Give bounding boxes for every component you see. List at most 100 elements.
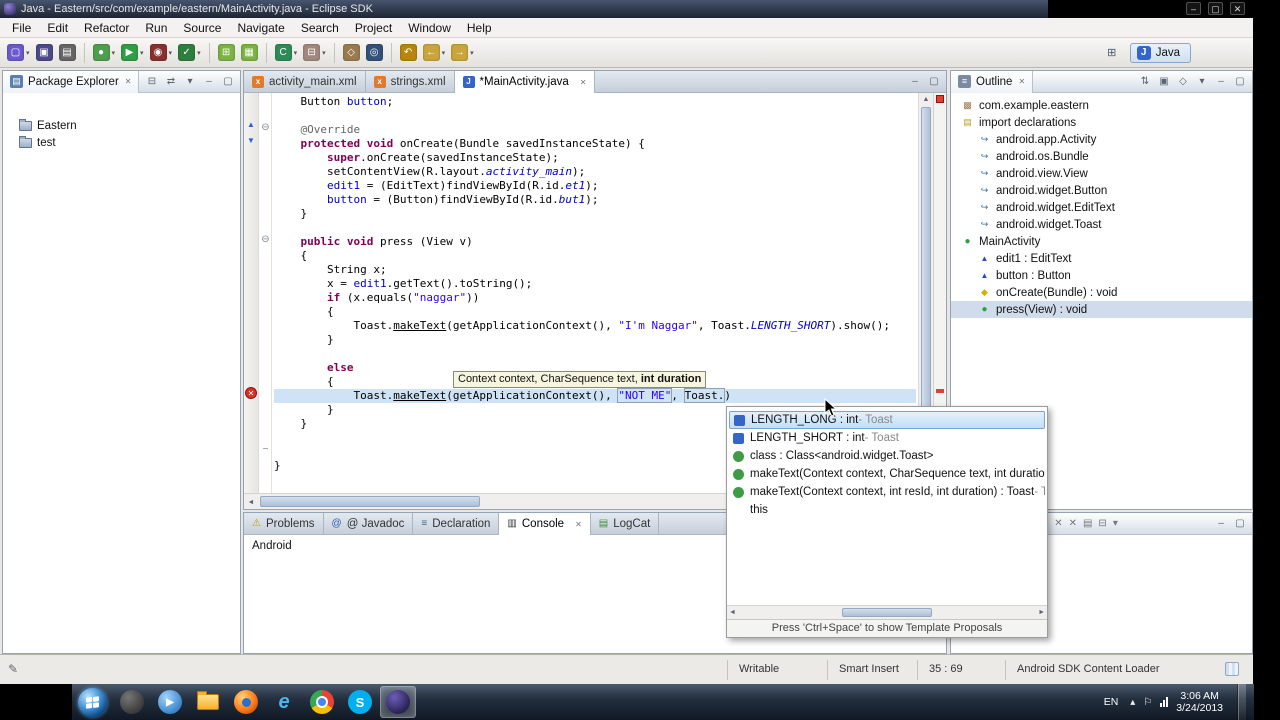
scroll-left-icon[interactable]: ◄ bbox=[729, 609, 736, 616]
code-line[interactable]: button = (Button)findViewById(R.id.but1)… bbox=[274, 193, 916, 207]
close-icon[interactable]: ✕ bbox=[125, 77, 132, 86]
last-edit-location-button[interactable]: ↶ bbox=[398, 42, 419, 64]
editor-tab[interactable]: x activity_main.xml bbox=[244, 71, 366, 93]
code-line[interactable]: } bbox=[274, 207, 916, 221]
outline-item[interactable]: ↪ android.widget.EditText bbox=[951, 199, 1252, 216]
completion-item[interactable]: makeText(Context context, CharSequence t… bbox=[729, 465, 1045, 483]
debug-button[interactable]: ● ▾ bbox=[91, 42, 118, 64]
title-bar[interactable]: Java - Eastern/src/com/example/eastern/M… bbox=[0, 0, 1253, 18]
completion-item[interactable]: LENGTH_LONG : int - Toast bbox=[729, 411, 1045, 429]
code-line[interactable] bbox=[274, 109, 916, 123]
menu-refactor[interactable]: Refactor bbox=[76, 19, 137, 37]
project-item[interactable]: test bbox=[3, 134, 240, 151]
skype-taskbar-button[interactable]: S bbox=[342, 686, 378, 718]
sort-icon[interactable]: ⇅ bbox=[1138, 76, 1152, 87]
media-player-taskbar-button[interactable]: ▶ bbox=[152, 686, 188, 718]
editor-tab[interactable]: x strings.xml bbox=[366, 71, 455, 93]
network-icon[interactable] bbox=[1160, 697, 1169, 707]
eclipse-taskbar-button[interactable] bbox=[380, 686, 416, 718]
open-perspective-button[interactable]: ⊞ bbox=[1103, 44, 1121, 62]
annotation-ruler[interactable]: ▲ ▼ ✕ bbox=[244, 93, 259, 493]
code-line[interactable]: protected void onCreate(Bundle savedInst… bbox=[274, 137, 916, 151]
menu-source[interactable]: Source bbox=[175, 19, 229, 37]
scroll-lock-icon[interactable]: ⊟ bbox=[1098, 518, 1106, 529]
fold-marker-icon[interactable]: − bbox=[260, 444, 271, 455]
code-line[interactable]: x = edit1.getText().toString(); bbox=[274, 277, 916, 291]
outline-item[interactable]: ↪ android.widget.Button bbox=[951, 182, 1252, 199]
show-desktop-button[interactable] bbox=[1237, 684, 1246, 720]
code-line[interactable]: @Override bbox=[274, 123, 916, 137]
close-button[interactable]: ✕ bbox=[1230, 2, 1245, 15]
completion-item[interactable]: class : Class<android.widget.Toast> bbox=[729, 447, 1045, 465]
link-with-editor-icon[interactable]: ⇄ bbox=[164, 76, 178, 87]
minimize-button[interactable]: – bbox=[1186, 2, 1201, 15]
code-line[interactable]: public void press (View v) bbox=[274, 235, 916, 249]
code-line[interactable]: super.onCreate(savedInstanceState); bbox=[274, 151, 916, 165]
completion-item[interactable]: LENGTH_SHORT : int - Toast bbox=[729, 429, 1045, 447]
error-marker-icon[interactable]: ✕ bbox=[245, 387, 257, 399]
fold-marker-icon[interactable]: ⊖ bbox=[260, 234, 271, 245]
maximize-icon[interactable]: ▢ bbox=[221, 76, 235, 87]
menu-window[interactable]: Window bbox=[400, 19, 459, 37]
code-line[interactable]: setContentView(R.layout.activity_main); bbox=[274, 165, 916, 179]
menu-project[interactable]: Project bbox=[347, 19, 400, 37]
menu-run[interactable]: Run bbox=[137, 19, 175, 37]
chrome-taskbar-button[interactable] bbox=[304, 686, 340, 718]
save-button[interactable]: ▣ bbox=[34, 42, 55, 64]
code-line[interactable]: if (x.equals("naggar")) bbox=[274, 291, 916, 305]
fold-marker-icon[interactable]: ⊖ bbox=[260, 122, 271, 133]
menu-edit[interactable]: Edit bbox=[39, 19, 76, 37]
action-center-icon[interactable]: ⚐ bbox=[1143, 697, 1152, 708]
content-assist-scrollbar[interactable]: ◄ ► bbox=[727, 605, 1047, 619]
run-button[interactable]: ▶ ▾ bbox=[119, 42, 146, 64]
minimize-icon[interactable]: – bbox=[908, 76, 922, 87]
view-tab-console[interactable]: ▥ Console ✕ bbox=[499, 513, 591, 535]
editor-tab[interactable]: J *MainActivity.java ✕ bbox=[454, 71, 596, 93]
outline-item[interactable]: ▲ edit1 : EditText bbox=[951, 250, 1252, 267]
project-item[interactable]: Eastern bbox=[3, 117, 240, 134]
scrollbar-thumb[interactable] bbox=[921, 107, 931, 437]
print-button[interactable]: ▤ bbox=[57, 42, 78, 64]
close-icon[interactable]: ✕ bbox=[575, 520, 582, 529]
minimize-icon[interactable]: – bbox=[1214, 518, 1228, 529]
remove-all-launches-icon[interactable]: ✕ bbox=[1069, 518, 1077, 529]
code-line[interactable]: { bbox=[274, 249, 916, 263]
outline-item[interactable]: ◆ onCreate(Bundle) : void bbox=[951, 284, 1252, 301]
progress-view-icon[interactable] bbox=[1225, 662, 1239, 676]
outline-item[interactable]: ▲ button : Button bbox=[951, 267, 1252, 284]
new-java-package-button[interactable]: ⊟ ▾ bbox=[301, 42, 328, 64]
code-line[interactable] bbox=[274, 347, 916, 361]
android-sdk-manager-button[interactable]: ⊞ bbox=[216, 42, 237, 64]
windows-explorer-taskbar-button[interactable] bbox=[190, 686, 226, 718]
menu-search[interactable]: Search bbox=[293, 19, 347, 37]
menu-navigate[interactable]: Navigate bbox=[229, 19, 292, 37]
clock[interactable]: 3:06 AM 3/24/2013 bbox=[1176, 690, 1223, 714]
internet-explorer-taskbar-button[interactable]: e bbox=[266, 686, 302, 718]
code-line[interactable]: edit1 = (EditText)findViewById(R.id.et1)… bbox=[274, 179, 916, 193]
start-button[interactable] bbox=[78, 687, 107, 717]
clear-console-icon[interactable]: ▤ bbox=[1083, 518, 1092, 529]
forward-button[interactable]: → ▾ bbox=[449, 42, 476, 64]
run-history-button[interactable]: ◉ ▾ bbox=[148, 42, 175, 64]
app-dark-taskbar-button[interactable] bbox=[114, 686, 150, 718]
maximize-icon[interactable]: ▢ bbox=[1233, 518, 1247, 529]
close-icon[interactable]: ✕ bbox=[580, 78, 587, 87]
completion-item[interactable]: this bbox=[729, 501, 1045, 519]
maximize-icon[interactable]: ▢ bbox=[927, 76, 941, 87]
close-icon[interactable]: ✕ bbox=[1018, 77, 1025, 86]
view-menu-icon[interactable]: ▾ bbox=[1195, 76, 1209, 87]
view-tab-problems[interactable]: ⚠ Problems bbox=[244, 513, 324, 535]
back-button[interactable]: ← ▾ bbox=[421, 42, 448, 64]
minimize-icon[interactable]: – bbox=[202, 76, 216, 87]
code-line[interactable]: Toast.makeText(getApplicationContext(), … bbox=[274, 389, 916, 403]
minimize-icon[interactable]: – bbox=[1214, 76, 1228, 87]
folding-column[interactable]: ⊖ ⊖ − bbox=[259, 93, 272, 493]
remove-launch-icon[interactable]: ✕ bbox=[1054, 518, 1062, 529]
package-explorer-tab[interactable]: ▤ Package Explorer ✕ bbox=[3, 70, 140, 93]
open-type-button[interactable]: ◇ bbox=[341, 42, 362, 64]
view-menu-icon[interactable]: ▾ bbox=[183, 76, 197, 87]
menu-file[interactable]: File bbox=[4, 19, 39, 37]
view-tab-declaration[interactable]: ≡ Declaration bbox=[413, 513, 500, 535]
code-line[interactable]: { bbox=[274, 305, 916, 319]
outline-tab[interactable]: ≡ Outline ✕ bbox=[951, 70, 1034, 93]
